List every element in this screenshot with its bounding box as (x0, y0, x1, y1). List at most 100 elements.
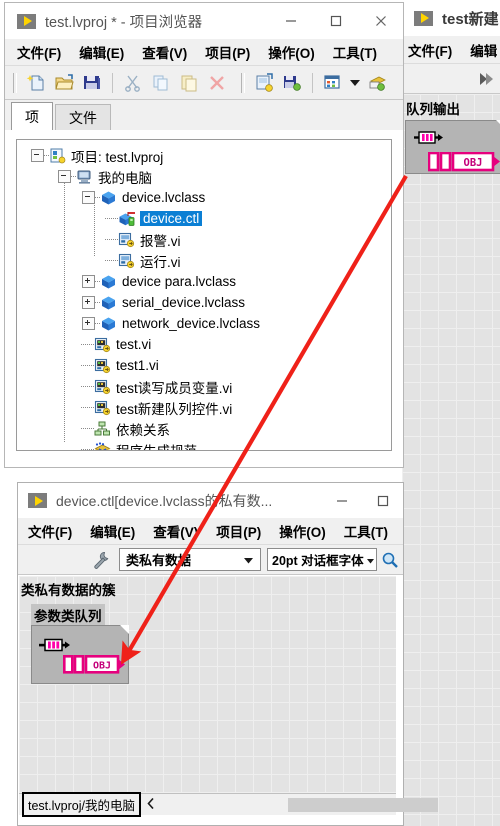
ctl-canvas[interactable]: 类私有数据的簇 参数类队列 OBJ (19, 576, 396, 793)
menu-item-operate[interactable]: 操作(O) (270, 521, 335, 541)
tree-row-serial-device-class[interactable]: serial_device.lvclass (17, 292, 391, 313)
ctl-window-buttons[interactable] (321, 483, 403, 518)
tree-label-selected: device.ctl (140, 211, 203, 226)
class-cube-icon (100, 316, 117, 332)
wrench-icon[interactable] (87, 546, 115, 574)
small-triangle-icon[interactable] (367, 551, 374, 569)
tree-row-my-computer[interactable]: 我的电脑 (17, 166, 391, 187)
new-vi-icon[interactable] (250, 69, 278, 97)
menu-item-file[interactable]: 文件(F) (18, 521, 81, 541)
ctl-window-toolbar[interactable]: 类私有数据 20pt 对话框字体 (18, 545, 403, 575)
copy-icon[interactable] (147, 69, 175, 97)
expander-plus-icon[interactable] (82, 317, 95, 330)
tree-row-run-vi[interactable]: 运行.vi (17, 250, 391, 271)
labview-logo-icon (414, 10, 433, 26)
build-icon[interactable] (363, 69, 391, 97)
menu-item-view[interactable]: 查看(V) (133, 42, 196, 62)
magnifier-icon[interactable] (379, 546, 401, 574)
menu-item-project[interactable]: 项目(P) (207, 521, 270, 541)
tree-label: device para.lvclass (122, 274, 237, 289)
project-window-toolbar[interactable] (5, 66, 403, 100)
menu-item-file[interactable]: 文件(F) (402, 40, 461, 60)
expander-minus-icon[interactable] (31, 149, 44, 162)
tree-row-network-device-class[interactable]: network_device.lvclass (17, 313, 391, 334)
tab-files[interactable]: 文件 (55, 104, 111, 130)
chevron-down-icon[interactable] (244, 551, 253, 569)
maximize-button[interactable] (313, 3, 358, 39)
project-tree[interactable]: 项目: test.lvproj 我的电脑 device.lvclass devi… (16, 139, 392, 451)
tree-dot-line (105, 238, 118, 241)
tree-row-device-class[interactable]: device.lvclass (17, 187, 391, 208)
ctl-window-menubar[interactable]: 文件(F) 编辑(E) 查看(V) 项目(P) 操作(O) 工具(T) (18, 518, 403, 545)
cut-icon[interactable] (119, 69, 147, 97)
minimize-button[interactable] (268, 3, 313, 39)
horizontal-scrollbar[interactable] (144, 796, 438, 814)
arrange-dropdown-icon[interactable] (347, 69, 363, 97)
chevron-left-icon[interactable] (147, 796, 155, 814)
control-editor-window[interactable]: device.ctl[device.lvclass的私有数... 文件(F) 编… (17, 482, 438, 826)
maximize-button[interactable] (363, 483, 403, 518)
expander-minus-icon[interactable] (82, 191, 95, 204)
menu-item-tools[interactable]: 工具(T) (324, 42, 386, 62)
status-path: test.lvproj/我的电脑 (22, 792, 141, 817)
right-window-canvas[interactable]: 队列输出 OBJ (402, 94, 500, 826)
tree-label: 程序生成规范 (116, 443, 197, 451)
project-window-menubar[interactable]: 文件(F) 编辑(E) 查看(V) 项目(P) 操作(O) 工具(T) (5, 39, 403, 66)
expander-plus-icon[interactable] (82, 296, 95, 309)
right-queue-caption: 队列输出 (406, 102, 460, 117)
menu-item-operate[interactable]: 操作(O) (259, 42, 324, 62)
menu-item-view[interactable]: 查看(V) (144, 521, 207, 541)
menu-item-edit[interactable]: 编辑 (461, 40, 500, 60)
run-continuous-icon[interactable] (474, 65, 500, 93)
ctl-window-titlebar[interactable]: device.ctl[device.lvclass的私有数... (18, 483, 403, 518)
tree-row-build-specifications[interactable]: 程序生成规范 (17, 439, 391, 451)
vi-green-icon (94, 358, 111, 374)
menu-item-edit[interactable]: 编辑(E) (81, 521, 144, 541)
tree-row-test1-vi[interactable]: test1.vi (17, 355, 391, 376)
project-tabs[interactable]: 项 文件 (5, 100, 403, 130)
project-window-buttons[interactable] (268, 3, 403, 39)
right-window[interactable]: test新建 文件(F) 编辑 队列输出 OBJ (402, 0, 500, 826)
paste-icon[interactable] (175, 69, 203, 97)
view-select[interactable]: 类私有数据 (119, 548, 261, 571)
right-queue-control[interactable]: OBJ (405, 120, 500, 174)
font-select[interactable]: 20pt 对话框字体 (267, 548, 377, 571)
tree-row-project[interactable]: 项目: test.lvproj (17, 145, 391, 166)
tree-row-test-new-queue-ctl-vi[interactable]: test新建队列控件.vi (17, 397, 391, 418)
menu-item-tools[interactable]: 工具(T) (335, 521, 397, 541)
menu-item-edit[interactable]: 编辑(E) (70, 42, 133, 62)
project-explorer-window[interactable]: test.lvproj * - 项目浏览器 文件(F) 编辑(E) 查看(V) … (4, 2, 404, 468)
tab-items[interactable]: 项 (11, 102, 53, 130)
close-button[interactable] (358, 3, 403, 39)
tree-row-device-para-class[interactable]: device para.lvclass (17, 271, 391, 292)
expander-plus-icon[interactable] (82, 275, 95, 288)
scrollbar-thumb[interactable] (287, 797, 438, 812)
project-window-title: test.lvproj * - 项目浏览器 (45, 14, 203, 31)
tree-row-dependencies[interactable]: 依赖关系 (17, 418, 391, 439)
tree-row-test-vi[interactable]: test.vi (17, 334, 391, 355)
ctl-status-bar[interactable]: test.lvproj/我的电脑 (19, 792, 438, 817)
queue-control-cluster[interactable]: OBJ (31, 625, 129, 684)
open-project-icon[interactable] (50, 69, 78, 97)
arrange-icon[interactable] (319, 69, 347, 97)
minimize-button[interactable] (321, 483, 363, 518)
obj-terminal: OBJ (62, 654, 127, 680)
tree-row-alarm-vi[interactable]: 报警.vi (17, 229, 391, 250)
delete-icon[interactable] (203, 69, 231, 97)
labview-logo-icon (17, 13, 36, 29)
save-project-icon[interactable] (78, 69, 106, 97)
menu-item-file[interactable]: 文件(F) (5, 42, 70, 62)
save-all-icon[interactable] (278, 69, 306, 97)
toolbar-grip-2[interactable] (241, 72, 245, 93)
project-window-titlebar[interactable]: test.lvproj * - 项目浏览器 (5, 3, 403, 39)
right-window-toolbar[interactable] (402, 64, 500, 94)
toolbar-grip[interactable] (13, 72, 17, 93)
right-window-titlebar[interactable]: test新建 (402, 0, 500, 36)
new-project-icon[interactable] (22, 69, 50, 97)
tree-row-device-ctl[interactable]: device.ctl (17, 208, 391, 229)
tree-row-test-member-var-vi[interactable]: test读写成员变量.vi (17, 376, 391, 397)
menu-item-project[interactable]: 项目(P) (196, 42, 259, 62)
expander-minus-icon[interactable] (58, 170, 71, 183)
right-window-menubar[interactable]: 文件(F) 编辑 (402, 36, 500, 64)
queue-refnum-icon (414, 131, 444, 149)
